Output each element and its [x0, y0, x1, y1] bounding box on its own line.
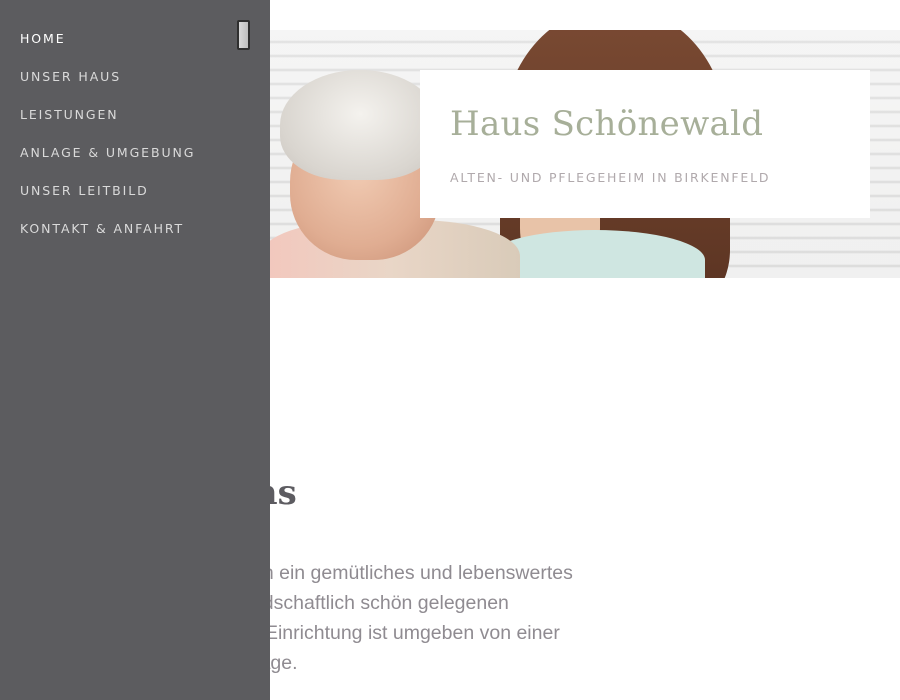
menu-handle-icon[interactable]	[237, 20, 250, 50]
nav-menu: HOME UNSER HAUS LEISTUNGEN ANLAGE & UMGE…	[20, 30, 195, 258]
nav-item-unser-haus[interactable]: UNSER HAUS	[20, 68, 195, 106]
resident-hair	[280, 70, 440, 180]
sidebar-navigation: HOME UNSER HAUS LEISTUNGEN ANLAGE & UMGE…	[0, 0, 270, 700]
nav-item-unser-leitbild[interactable]: UNSER LEITBILD	[20, 182, 195, 220]
page: Haus Schönewald ALTEN- UND PFLEGEHEIM IN…	[0, 0, 900, 700]
nav-item-home[interactable]: HOME	[20, 30, 195, 68]
site-subtitle: ALTEN- UND PFLEGEHEIM IN BIRKENFELD	[450, 170, 771, 185]
nav-item-kontakt-anfahrt[interactable]: KONTAKT & ANFAHRT	[20, 220, 195, 258]
site-title-card: Haus Schönewald ALTEN- UND PFLEGEHEIM IN…	[420, 70, 870, 218]
nav-item-leistungen[interactable]: LEISTUNGEN	[20, 106, 195, 144]
site-title[interactable]: Haus Schönewald	[450, 104, 840, 144]
nav-item-anlage-umgebung[interactable]: ANLAGE & UMGEBUNG	[20, 144, 195, 182]
